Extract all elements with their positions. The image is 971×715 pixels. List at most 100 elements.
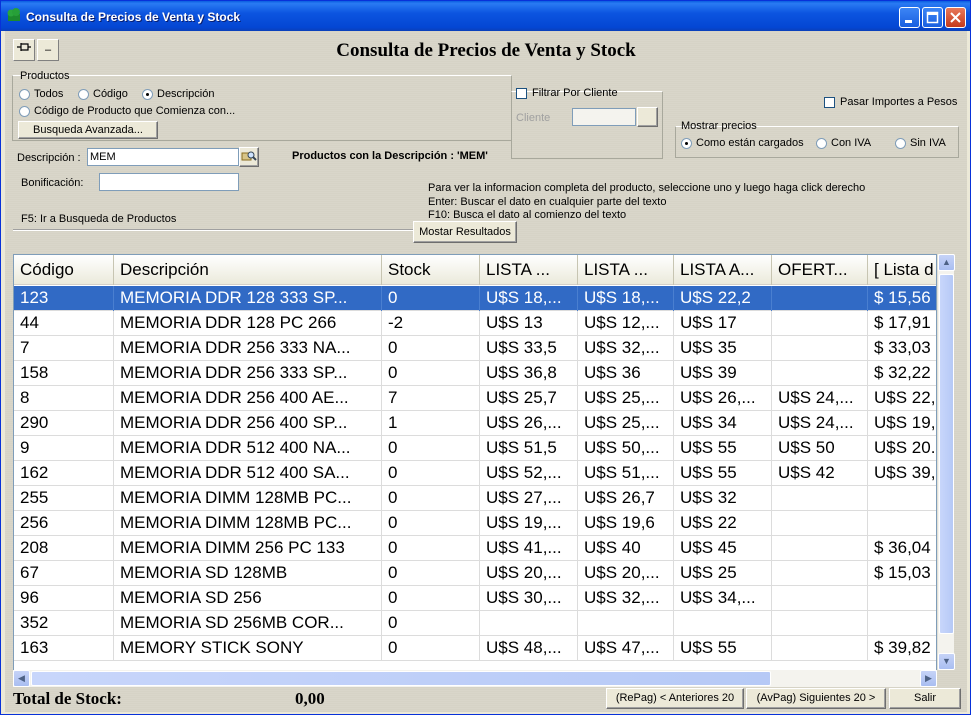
- radio-sin-iva-label: Sin IVA: [910, 137, 946, 149]
- siguientes-button[interactable]: (AvPag) Siguientes 20 >: [746, 688, 886, 709]
- cliente-input[interactable]: [572, 108, 636, 126]
- table-cell: U$S 36,8: [480, 361, 578, 386]
- table-cell: MEMORIA SD 256MB COR...: [114, 611, 382, 636]
- table-cell: 0: [382, 286, 480, 311]
- table-cell: 0: [382, 511, 480, 536]
- table-cell: 67: [14, 561, 114, 586]
- table-cell: U$S 25,...: [578, 411, 674, 436]
- table-cell: MEMORIA DIMM 128MB PC...: [114, 511, 382, 536]
- table-row[interactable]: 96 MEMORIA SD 256 0 U$S 30,... U$S 32,... U$S…: [14, 586, 936, 611]
- maximize-window-button[interactable]: [922, 7, 943, 28]
- descripcion-input[interactable]: MEM: [87, 148, 239, 166]
- column-header[interactable]: Descripción: [114, 255, 382, 285]
- radio-descripcion[interactable]: Descripción: [142, 88, 214, 100]
- radio-codigo[interactable]: Código: [78, 88, 128, 100]
- table-cell: U$S 26,...: [480, 411, 578, 436]
- title-bar[interactable]: Consulta de Precios de Venta y Stock: [1, 1, 970, 31]
- salir-button[interactable]: Salir: [889, 688, 961, 709]
- table-cell: U$S 48,...: [480, 636, 578, 661]
- table-cell: [868, 486, 936, 511]
- table-cell: U$S 22: [674, 511, 772, 536]
- table-cell: 0: [382, 586, 480, 611]
- table-row[interactable]: 123 MEMORIA DDR 128 333 SP... 0 U$S 18,... U…: [14, 286, 936, 311]
- minimize-window-button[interactable]: [899, 7, 920, 28]
- table-row[interactable]: 163 MEMORY STICK SONY 0 U$S 48,... U$S 47,..…: [14, 636, 936, 661]
- f5-hint: F5: Ir a Busqueda de Productos: [21, 213, 177, 225]
- table-cell: U$S 17: [674, 311, 772, 336]
- scroll-right-button[interactable]: ▶: [920, 670, 937, 687]
- radio-con-iva[interactable]: Con IVA: [816, 137, 871, 149]
- mostrar-precios-legend: Mostrar precios: [681, 120, 757, 132]
- table-cell: 44: [14, 311, 114, 336]
- table-cell: U$S 18,...: [578, 286, 674, 311]
- close-window-button[interactable]: [945, 7, 966, 28]
- table-row[interactable]: 256 MEMORIA DIMM 128MB PC... 0 U$S 19,... U$…: [14, 511, 936, 536]
- table-row[interactable]: 352 MEMORIA SD 256MB COR... 0: [14, 611, 936, 636]
- hint-line-2: Enter: Buscar el dato en cualquier parte…: [428, 196, 667, 208]
- table-row[interactable]: 158 MEMORIA DDR 256 333 SP... 0 U$S 36,8 U$S…: [14, 361, 936, 386]
- column-header[interactable]: [ Lista d: [868, 255, 936, 285]
- radio-sin-iva[interactable]: Sin IVA: [895, 137, 946, 149]
- table-cell: 0: [382, 336, 480, 361]
- horizontal-scrollbar[interactable]: ◀ ▶: [13, 670, 937, 687]
- table-cell: U$S 32,...: [578, 586, 674, 611]
- table-cell: [772, 286, 868, 311]
- table-cell: [772, 336, 868, 361]
- table-cell: U$S 32,...: [578, 336, 674, 361]
- radio-dot: [19, 88, 30, 100]
- table-cell: [772, 636, 868, 661]
- filtrar-por-cliente-label: Filtrar Por Cliente: [532, 87, 618, 99]
- table-row[interactable]: 255 MEMORIA DIMM 128MB PC... 0 U$S 27,... U$…: [14, 486, 936, 511]
- table-row[interactable]: 9 MEMORIA DDR 512 400 NA... 0 U$S 51,5 U$S 5…: [14, 436, 936, 461]
- horizontal-scroll-thumb[interactable]: [31, 671, 771, 686]
- table-row[interactable]: 290 MEMORIA DDR 256 400 SP... 1 U$S 26,... U…: [14, 411, 936, 436]
- table-row[interactable]: 44 MEMORIA DDR 128 PC 266 -2 U$S 13 U$S 12,.…: [14, 311, 936, 336]
- table-cell: 0: [382, 436, 480, 461]
- busqueda-avanzada-button[interactable]: Busqueda Avanzada...: [18, 121, 158, 139]
- radio-todos[interactable]: Todos: [19, 88, 63, 100]
- column-header[interactable]: LISTA A...: [674, 255, 772, 285]
- app-icon: [7, 8, 20, 21]
- minimize-icon: [905, 20, 912, 23]
- anteriores-button[interactable]: (RePag) < Anteriores 20: [606, 688, 744, 709]
- vertical-scrollbar[interactable]: ▲ ▼: [937, 254, 955, 670]
- scroll-down-button[interactable]: ▼: [938, 653, 955, 670]
- table-cell: U$S 40: [578, 536, 674, 561]
- table-cell: [772, 586, 868, 611]
- table-cell: MEMORIA SD 256: [114, 586, 382, 611]
- descripcion-search-button[interactable]: [239, 147, 259, 167]
- products-table[interactable]: Código Descripción Stock LISTA ... LISTA ...…: [13, 254, 937, 687]
- table-cell: MEMORIA DDR 512 400 NA...: [114, 436, 382, 461]
- table-row[interactable]: 8 MEMORIA DDR 256 400 AE... 7 U$S 25,7 U$S 2…: [14, 386, 936, 411]
- column-header[interactable]: Stock: [382, 255, 480, 285]
- vertical-scroll-thumb[interactable]: [939, 274, 954, 634]
- table-cell: U$S 34,...: [674, 586, 772, 611]
- table-cell: [772, 511, 868, 536]
- table-row[interactable]: 7 MEMORIA DDR 256 333 NA... 0 U$S 33,5 U$S 3…: [14, 336, 936, 361]
- column-header[interactable]: OFERT...: [772, 255, 868, 285]
- mostrar-resultados-button[interactable]: Mostar Resultados: [413, 221, 517, 243]
- table-cell: U$S 39,: [868, 461, 936, 486]
- divider: [13, 229, 413, 231]
- scroll-left-button[interactable]: ◀: [13, 670, 30, 687]
- radio-como-cargados[interactable]: Como están cargados: [681, 137, 804, 149]
- table-row[interactable]: 208 MEMORIA DIMM 256 PC 133 0 U$S 41,... U$S…: [14, 536, 936, 561]
- table-row[interactable]: 67 MEMORIA SD 128MB 0 U$S 20,... U$S 20,... U…: [14, 561, 936, 586]
- radio-codigo-comienza[interactable]: Código de Producto que Comienza con...: [19, 105, 235, 117]
- table-cell: U$S 55: [674, 461, 772, 486]
- table-cell: 163: [14, 636, 114, 661]
- pasar-importes-checkbox[interactable]: Pasar Importes a Pesos: [824, 96, 957, 108]
- bonificacion-input[interactable]: [99, 173, 239, 191]
- table-cell: U$S 55: [674, 436, 772, 461]
- cliente-lookup-button[interactable]: [637, 107, 658, 127]
- filtrar-por-cliente-checkbox[interactable]: Filtrar Por Cliente: [516, 87, 618, 99]
- scroll-up-button[interactable]: ▲: [938, 254, 955, 271]
- table-cell: U$S 12,...: [578, 311, 674, 336]
- table-cell: MEMORIA DIMM 256 PC 133: [114, 536, 382, 561]
- table-cell: 7: [14, 336, 114, 361]
- table-cell: MEMORIA DIMM 128MB PC...: [114, 486, 382, 511]
- column-header[interactable]: LISTA ...: [480, 255, 578, 285]
- table-row[interactable]: 162 MEMORIA DDR 512 400 SA... 0 U$S 52,... U…: [14, 461, 936, 486]
- column-header[interactable]: LISTA ...: [578, 255, 674, 285]
- column-header[interactable]: Código: [14, 255, 114, 285]
